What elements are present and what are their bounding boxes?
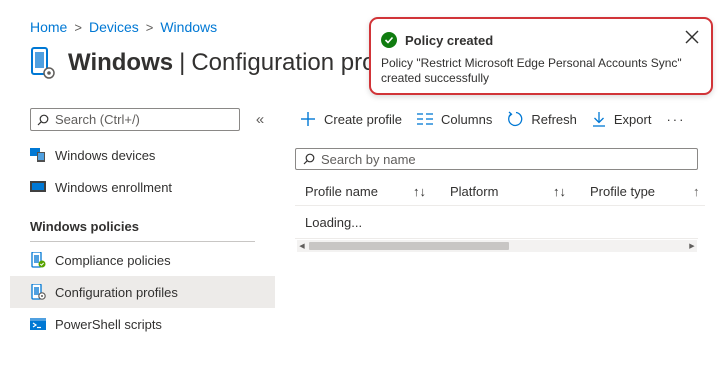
refresh-button[interactable]: Refresh	[507, 111, 577, 127]
refresh-label: Refresh	[531, 111, 577, 127]
toast-title: Policy created	[405, 32, 494, 48]
sort-icon[interactable]: ↑↓	[413, 184, 426, 199]
breadcrumb-home[interactable]: Home	[30, 19, 67, 35]
command-bar: Create profile Columns Refresh Export ··…	[300, 108, 685, 130]
sidebar-item-powershell-scripts[interactable]: PowerShell scripts	[10, 308, 275, 340]
powershell-icon	[30, 316, 46, 332]
column-label: Profile type	[590, 184, 656, 199]
create-profile-label: Create profile	[324, 111, 403, 127]
close-icon[interactable]	[684, 29, 700, 45]
grid-header: Profile name ↑↓ Platform ↑↓ Profile type…	[295, 178, 705, 206]
toast-message: Policy "Restrict Microsoft Edge Personal…	[381, 56, 682, 85]
compliance-icon	[30, 251, 46, 268]
toast-header: Policy created	[381, 32, 493, 48]
collapse-sidebar-button[interactable]: «	[252, 108, 268, 130]
scroll-right-icon[interactable]: ▶	[687, 240, 697, 252]
download-icon	[592, 112, 605, 127]
breadcrumb-devices[interactable]: Devices	[89, 19, 139, 35]
more-options-button[interactable]: ···	[666, 112, 685, 127]
sidebar-item-compliance-policies[interactable]: Compliance policies	[10, 244, 275, 276]
page-header: Windows | Configuration profiles	[30, 46, 418, 80]
search-icon	[303, 153, 315, 165]
divider	[30, 241, 255, 242]
column-label: Platform	[450, 184, 499, 199]
columns-label: Columns	[441, 111, 493, 127]
breadcrumb: Home > Devices > Windows	[30, 19, 217, 35]
column-header-profile-name[interactable]: Profile name	[305, 184, 378, 199]
sidebar-search-input[interactable]: Search (Ctrl+/)	[30, 108, 240, 131]
section-title-windows-policies: Windows policies	[30, 219, 139, 234]
horizontal-scrollbar[interactable]: ◀ ▶	[297, 240, 697, 252]
sidebar-search-placeholder: Search (Ctrl+/)	[55, 112, 140, 127]
sidebar-item-label: Windows devices	[55, 147, 156, 163]
sidebar-item-label: Configuration profiles	[55, 284, 178, 300]
notification-toast: Policy created Policy "Restrict Microsof…	[369, 17, 713, 95]
search-by-name-input[interactable]: Search by name	[295, 148, 698, 170]
create-profile-button[interactable]: Create profile	[300, 111, 402, 127]
grid-loading-row: Loading...	[295, 207, 698, 239]
sidebar-item-label: Compliance policies	[55, 252, 171, 268]
search-icon	[37, 114, 49, 125]
chevron-right-icon: >	[145, 19, 154, 35]
columns-icon	[417, 113, 434, 125]
devices-icon	[30, 147, 46, 163]
success-check-icon	[381, 32, 397, 48]
export-label: Export	[613, 111, 652, 127]
column-label: Profile name	[305, 184, 378, 199]
export-button[interactable]: Export	[592, 111, 652, 127]
refresh-icon	[508, 111, 523, 127]
breadcrumb-windows[interactable]: Windows	[160, 19, 217, 35]
plus-icon	[301, 112, 315, 126]
enrollment-icon	[30, 179, 46, 195]
column-header-profile-type[interactable]: Profile type	[590, 184, 655, 199]
column-header-platform[interactable]: Platform	[450, 184, 498, 199]
sidebar-item-windows-devices[interactable]: Windows devices	[10, 139, 275, 171]
scrollbar-thumb[interactable]	[309, 242, 509, 250]
sidebar-item-label: PowerShell scripts	[55, 316, 162, 332]
chevron-right-icon: >	[74, 19, 82, 35]
scroll-left-icon[interactable]: ◀	[297, 240, 307, 252]
sidebar-item-configuration-profiles[interactable]: Configuration profiles	[10, 276, 275, 308]
sidebar-item-label: Windows enrollment	[55, 179, 173, 195]
sort-icon[interactable]: ↑↓	[553, 184, 566, 199]
columns-button[interactable]: Columns	[417, 112, 492, 127]
sort-icon[interactable]: ↑	[693, 184, 700, 199]
search-by-name-placeholder: Search by name	[321, 151, 416, 167]
sidebar-item-windows-enrollment[interactable]: Windows enrollment	[10, 171, 275, 203]
configuration-icon	[30, 283, 46, 300]
page-title: Windows | Configuration profiles	[68, 49, 419, 76]
device-settings-icon	[30, 46, 56, 80]
loading-text: Loading...	[305, 215, 363, 230]
